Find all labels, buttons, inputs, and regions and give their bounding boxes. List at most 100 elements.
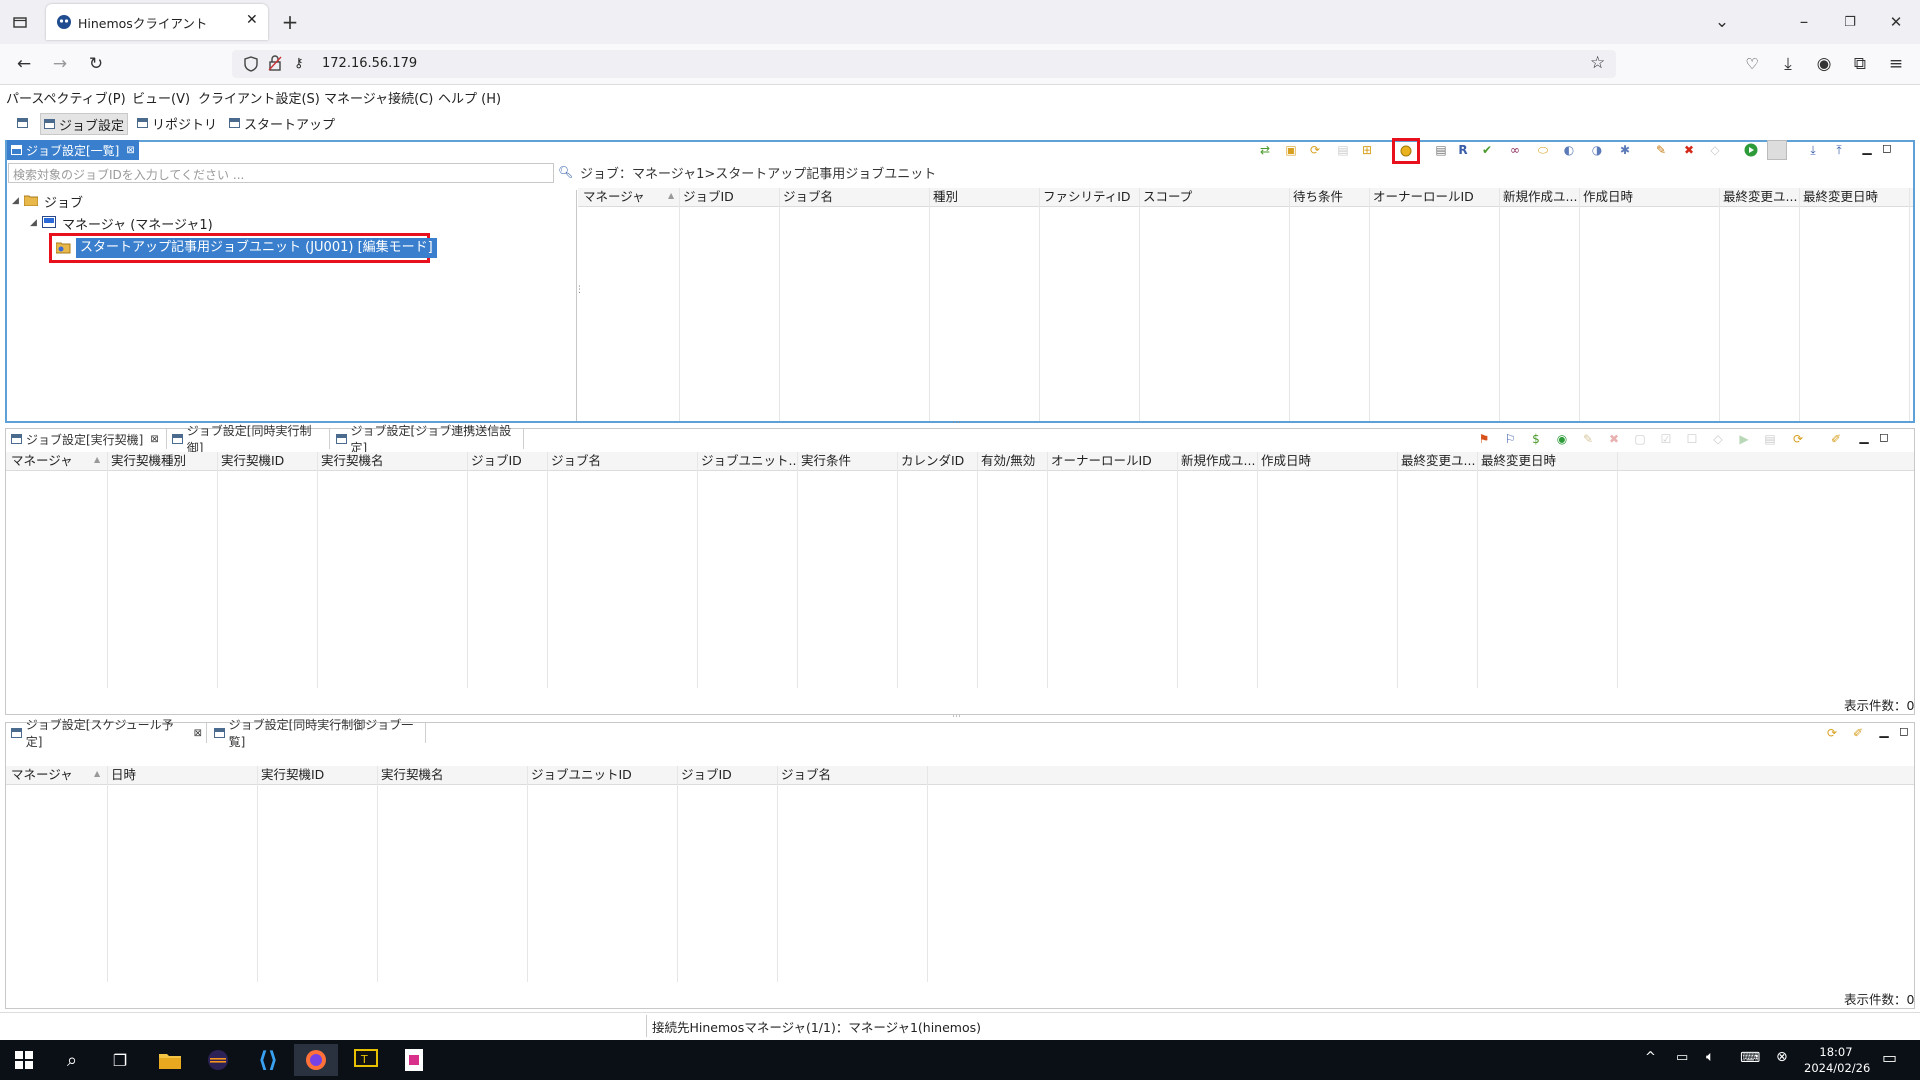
- delete-icon[interactable]: ✖: [1606, 431, 1622, 447]
- delete-icon[interactable]: ✖: [1681, 142, 1697, 158]
- add-trigger-icon[interactable]: ◉: [1554, 431, 1570, 447]
- pocket-icon[interactable]: ♡: [1738, 50, 1766, 78]
- perspective-job-settings[interactable]: ジョブ設定: [40, 113, 129, 135]
- sash-handle[interactable]: ⋮: [575, 285, 584, 295]
- show-hidden-icons[interactable]: ^: [1645, 1050, 1656, 1065]
- clock[interactable]: 18:07 2024/02/26: [1804, 1044, 1870, 1076]
- extensions-icon[interactable]: ⧉: [1846, 50, 1874, 78]
- column-header[interactable]: ジョブID: [680, 188, 780, 206]
- menu-perspective[interactable]: パースペクティブ(P): [6, 88, 126, 107]
- export-icon[interactable]: ⤒: [1831, 142, 1847, 158]
- expand-icon[interactable]: ◢: [30, 218, 37, 228]
- run-icon[interactable]: ▶: [1736, 431, 1752, 447]
- vscode-icon[interactable]: ⟨⟩: [246, 1044, 290, 1076]
- firefox-icon[interactable]: [294, 1044, 338, 1076]
- import-icon[interactable]: ⤓: [1805, 142, 1821, 158]
- column-header[interactable]: 新規作成ユ...: [1500, 188, 1580, 206]
- run-icon[interactable]: [1743, 142, 1759, 158]
- column-header[interactable]: 待ち条件: [1290, 188, 1370, 206]
- list-all-tabs-icon[interactable]: ⌄: [1708, 8, 1736, 36]
- minimize-window-icon[interactable]: –: [1790, 8, 1818, 36]
- column-header[interactable]: 実行契機名: [378, 766, 528, 784]
- url-text[interactable]: 172.16.56.179: [322, 56, 417, 71]
- column-header[interactable]: 作成日時: [1580, 188, 1720, 206]
- forward-icon[interactable]: →: [46, 50, 74, 78]
- approval-job-icon[interactable]: [1398, 143, 1414, 159]
- windows-start-icon[interactable]: [2, 1044, 46, 1076]
- copy-icon[interactable]: ▢: [1632, 431, 1648, 447]
- filter-icon[interactable]: ✐: [1828, 431, 1844, 447]
- browser-tab[interactable]: Hinemosクライアント ✕: [46, 4, 268, 40]
- add-schedule-icon[interactable]: ⚑: [1476, 431, 1492, 447]
- column-header[interactable]: スコープ: [1140, 188, 1290, 206]
- resource-job-icon[interactable]: ⬭: [1535, 142, 1551, 158]
- sync-icon[interactable]: ⟳: [1307, 142, 1323, 158]
- refresh-view-icon[interactable]: ⇄: [1257, 142, 1273, 158]
- column-header[interactable]: ジョブ名: [780, 188, 930, 206]
- downloads-icon[interactable]: ⤓: [1774, 50, 1802, 78]
- tab-list-icon[interactable]: [6, 8, 34, 36]
- tab-execution-trigger[interactable]: ジョブ設定[実行契機] ⊠: [7, 429, 167, 449]
- enable-icon[interactable]: ☑: [1658, 431, 1674, 447]
- restore-window-icon[interactable]: ❐: [1836, 8, 1864, 36]
- clear-icon[interactable]: ◇: [1710, 431, 1726, 447]
- approval-icon[interactable]: ✔: [1479, 142, 1495, 158]
- close-window-icon[interactable]: ✕: [1882, 8, 1910, 36]
- maximize-view-icon[interactable]: ◻: [1876, 429, 1892, 445]
- monitor-job-icon[interactable]: ∞: [1507, 142, 1523, 158]
- close-icon[interactable]: ⊠: [150, 434, 158, 445]
- column-header[interactable]: ファシリティID: [1040, 188, 1140, 206]
- disable-icon[interactable]: ☐: [1684, 431, 1700, 447]
- search-icon[interactable]: ⌕: [50, 1044, 94, 1076]
- sash-handle[interactable]: ⋯: [952, 418, 961, 428]
- perspective-repository[interactable]: リポジトリ: [134, 113, 220, 133]
- sync-icon[interactable]: ⟳: [1824, 725, 1840, 741]
- reload-icon[interactable]: ↻: [82, 50, 110, 78]
- column-header[interactable]: 有効/無効: [978, 452, 1048, 470]
- tab-concurrency-job-list[interactable]: ジョブ設定[同時実行制御ジョブ一覧]: [210, 718, 426, 749]
- account-icon[interactable]: ◉: [1810, 50, 1838, 78]
- filter-icon[interactable]: ✐: [1850, 725, 1866, 741]
- back-icon[interactable]: ←: [10, 50, 38, 78]
- notification-icon[interactable]: ▭: [1882, 1048, 1897, 1067]
- column-header[interactable]: ジョブユニット...: [698, 452, 798, 470]
- menu-manager-connection[interactable]: マネージャ接続(C): [324, 88, 433, 107]
- rpa-job-icon[interactable]: ◐: [1561, 142, 1577, 158]
- link-send-job-icon[interactable]: ◑: [1589, 142, 1605, 158]
- eclipse-icon[interactable]: [196, 1044, 240, 1076]
- column-header[interactable]: オーナーロールID: [1370, 188, 1500, 206]
- new-tab-button[interactable]: +: [276, 8, 304, 36]
- open-perspective-icon[interactable]: [14, 113, 31, 133]
- column-header[interactable]: マネージャ: [8, 452, 108, 470]
- menu-client-settings[interactable]: クライアント設定(S): [198, 88, 320, 107]
- close-icon[interactable]: ⊠: [194, 728, 202, 739]
- shield-icon[interactable]: [244, 56, 258, 76]
- column-header[interactable]: ジョブID: [468, 452, 548, 470]
- add-filecheck-icon[interactable]: ⚐: [1502, 431, 1518, 447]
- column-header[interactable]: 実行条件: [798, 452, 898, 470]
- job-net-icon[interactable]: ⊞: [1359, 142, 1375, 158]
- menu-help[interactable]: ヘルプ (H): [438, 88, 501, 107]
- minimize-view-icon[interactable]: ▁: [1856, 429, 1872, 445]
- column-header[interactable]: 実行契機ID: [258, 766, 378, 784]
- tree-item-job-root[interactable]: ジョブ: [44, 192, 83, 211]
- sash-handle[interactable]: ⋯: [952, 712, 961, 722]
- column-header[interactable]: カレンダID: [898, 452, 978, 470]
- add-jobunit-icon[interactable]: ▣: [1283, 142, 1299, 158]
- network-icon[interactable]: ▭: [1676, 1050, 1688, 1065]
- expand-icon[interactable]: ◢: [12, 196, 19, 206]
- column-header[interactable]: ジョブID: [678, 766, 778, 784]
- column-header[interactable]: ジョブ名: [548, 452, 698, 470]
- tree-item-manager[interactable]: マネージャ (マネージャ1): [62, 214, 213, 233]
- tab-concurrency-control[interactable]: ジョブ設定[同時実行制御]: [168, 424, 330, 455]
- tab-schedule-plan[interactable]: ジョブ設定[スケジュール予定] ⊠: [7, 718, 207, 749]
- keyboard-icon[interactable]: ⌨: [1740, 1050, 1760, 1066]
- key-icon[interactable]: ⚷: [294, 56, 304, 71]
- add-manual-icon[interactable]: $: [1528, 431, 1544, 447]
- maximize-view-icon[interactable]: ◻: [1879, 140, 1895, 156]
- file-job-icon[interactable]: ▤: [1433, 142, 1449, 158]
- column-header[interactable]: オーナーロールID: [1048, 452, 1178, 470]
- column-header[interactable]: 新規作成ユ...: [1178, 452, 1258, 470]
- job-search-input[interactable]: 検索対象のジョブIDを入力してください ...: [8, 163, 554, 183]
- menu-view[interactable]: ビュー(V): [132, 88, 190, 107]
